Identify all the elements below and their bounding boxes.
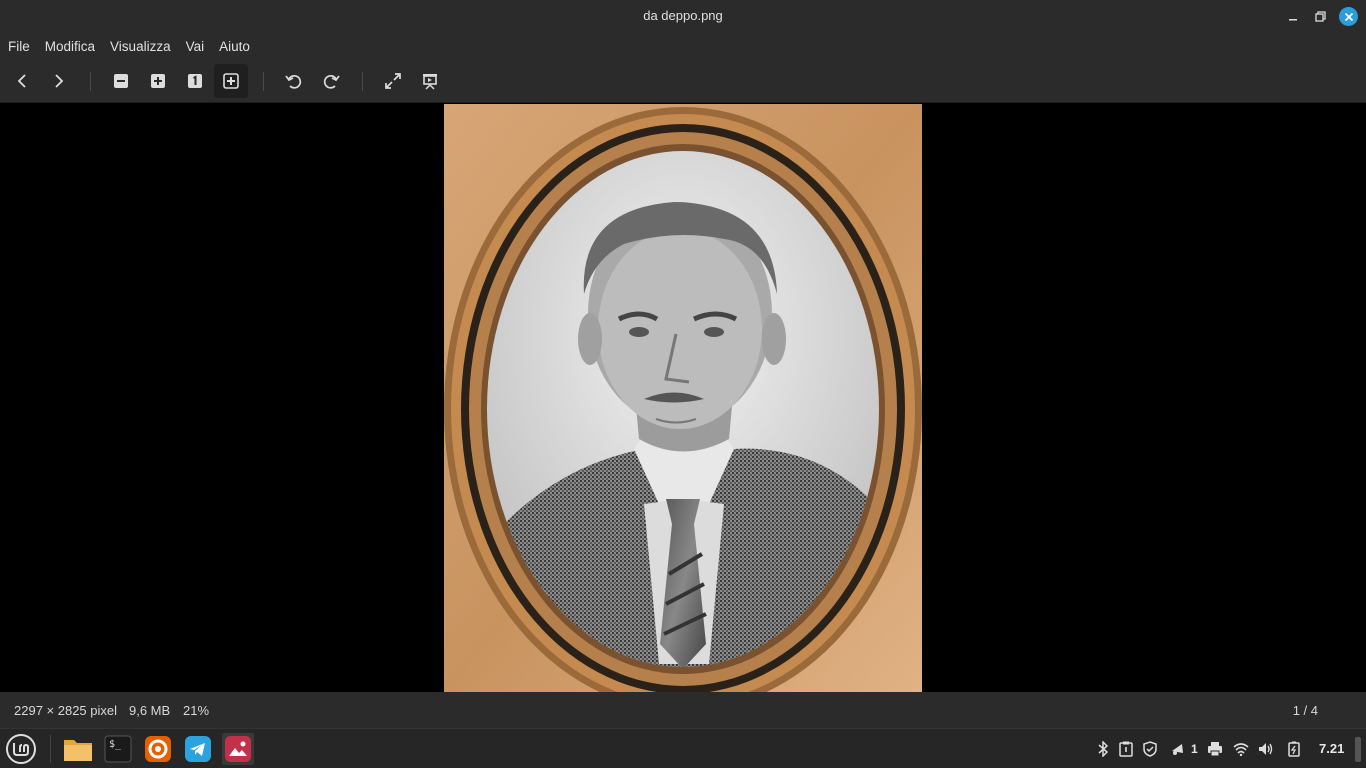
best-fit-button[interactable]	[214, 64, 248, 98]
minimize-icon	[1289, 19, 1297, 21]
portrait-image	[444, 104, 922, 692]
rotate-left-button[interactable]	[277, 64, 311, 98]
toolbar-separator	[263, 72, 264, 91]
clock[interactable]: 7.21	[1319, 741, 1344, 756]
terminal-launcher[interactable]: $_	[102, 733, 134, 765]
image-viewer-launcher[interactable]	[222, 733, 254, 765]
menu-visualizza[interactable]: Visualizza	[110, 39, 171, 54]
files-icon	[64, 740, 92, 761]
volume-icon[interactable]	[1258, 741, 1274, 757]
mint-menu-icon	[6, 734, 36, 764]
zoom-out-icon	[114, 74, 128, 88]
image-position: 1 / 4	[1292, 703, 1318, 718]
rotate-right-icon	[323, 74, 340, 89]
clipboard-icon[interactable]	[1118, 741, 1134, 757]
zoom-level: 21%	[183, 703, 210, 718]
rotate-right-button[interactable]	[314, 64, 348, 98]
fullscreen-icon	[385, 73, 401, 89]
minimize-button[interactable]	[1284, 7, 1302, 25]
window-title: da deppo.png	[643, 8, 723, 23]
next-button[interactable]	[42, 64, 76, 98]
terminal-icon: $_	[104, 735, 132, 763]
close-button[interactable]	[1339, 7, 1358, 26]
close-icon	[1344, 12, 1353, 21]
zoom-out-button[interactable]	[104, 64, 138, 98]
file-size: 9,6 MB	[129, 703, 171, 718]
maximize-button[interactable]	[1311, 7, 1329, 25]
notifications-count: 1	[1191, 742, 1198, 756]
bluetooth-icon[interactable]	[1095, 741, 1111, 757]
slideshow-button[interactable]	[413, 64, 447, 98]
firefox-launcher[interactable]	[142, 733, 174, 765]
image-canvas[interactable]	[0, 104, 1366, 692]
previous-button[interactable]	[5, 64, 39, 98]
menu-modifica[interactable]: Modifica	[45, 39, 95, 54]
zoom-1to1-button[interactable]	[178, 64, 212, 98]
next-icon	[55, 74, 64, 88]
wifi-icon[interactable]	[1233, 741, 1249, 757]
menu-bar: File Modifica Visualizza Vai Aiuto	[0, 32, 1366, 60]
zoom-1to1-icon	[188, 74, 202, 88]
zoom-in-button[interactable]	[141, 64, 175, 98]
taskbar: $_ 1 7.21	[0, 728, 1366, 768]
restore-icon	[1314, 10, 1326, 22]
toolbar-separator	[362, 72, 363, 91]
toolbar	[0, 60, 1366, 103]
menu-vai[interactable]: Vai	[186, 39, 205, 54]
fullscreen-button[interactable]	[376, 64, 410, 98]
shield-icon[interactable]	[1142, 741, 1158, 757]
zoom-in-icon	[151, 74, 165, 88]
title-bar: da deppo.png	[0, 0, 1366, 32]
mint-menu-button[interactable]	[5, 733, 37, 765]
firefox-icon	[145, 736, 171, 762]
files-launcher[interactable]	[62, 733, 94, 765]
notifications-icon[interactable]	[1170, 741, 1186, 757]
telegram-icon	[185, 736, 211, 762]
menu-aiuto[interactable]: Aiuto	[219, 39, 250, 54]
slideshow-icon	[423, 74, 437, 90]
status-bar: 2297 × 2825 pixel 9,6 MB 21% 1 / 4	[0, 692, 1366, 728]
printer-icon[interactable]	[1207, 741, 1223, 757]
toolbar-separator	[90, 72, 91, 91]
svg-text:$_: $_	[109, 739, 122, 750]
portrait-photo	[444, 104, 922, 692]
previous-icon	[17, 74, 26, 88]
image-dimensions: 2297 × 2825 pixel	[14, 703, 118, 718]
best-fit-icon	[223, 73, 239, 89]
battery-icon[interactable]	[1286, 741, 1302, 757]
menu-file[interactable]: File	[8, 39, 30, 54]
taskbar-separator	[50, 735, 51, 763]
image-viewer-icon	[225, 736, 251, 762]
show-desktop-button[interactable]	[1355, 737, 1361, 762]
telegram-launcher[interactable]	[182, 733, 214, 765]
rotate-left-icon	[285, 74, 302, 89]
